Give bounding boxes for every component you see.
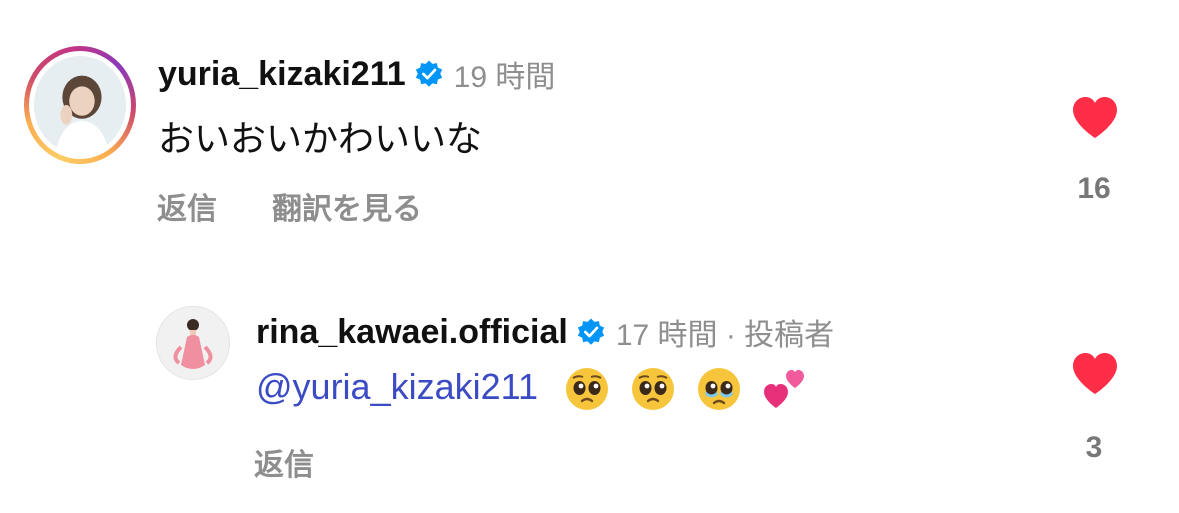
reply-text: @yuria_kizaki211 (256, 366, 808, 412)
heart-icon[interactable] (1071, 352, 1119, 396)
verified-badge-icon (577, 318, 604, 345)
avatar-photo (34, 56, 126, 154)
timestamp: 19 時間 (453, 61, 556, 94)
heart-icon[interactable] (1071, 96, 1119, 140)
username[interactable]: yuria_kizaki211 (158, 55, 406, 94)
avatar-photo (157, 307, 229, 379)
pleading-face-icon (566, 368, 609, 411)
pleading-face-icon (632, 368, 675, 411)
comment-header: yuria_kizaki211 19 時間 (158, 52, 555, 96)
two-hearts-icon (764, 370, 805, 409)
face-holding-back-tears-icon (698, 368, 741, 411)
like-count: 3 (1085, 431, 1103, 464)
avatar-story-ring[interactable] (24, 46, 136, 164)
username[interactable]: rina_kawaei.official (256, 313, 568, 352)
timestamp: 17 時間 · 投稿者 (615, 319, 835, 352)
mention-link[interactable]: @yuria_kizaki211 (256, 366, 538, 407)
verified-badge-icon (415, 60, 442, 87)
like-count: 16 (1077, 172, 1111, 205)
reply-header: rina_kawaei.official 17 時間 · 投稿者 (256, 310, 834, 354)
see-translation-button[interactable]: 翻訳を見る (272, 184, 422, 228)
reply-button[interactable]: 返信 (254, 440, 314, 484)
comment-text: おいおいかわいいな (158, 118, 483, 159)
avatar[interactable] (156, 306, 230, 380)
reply-button[interactable]: 返信 (157, 184, 217, 228)
avatar (34, 56, 126, 154)
